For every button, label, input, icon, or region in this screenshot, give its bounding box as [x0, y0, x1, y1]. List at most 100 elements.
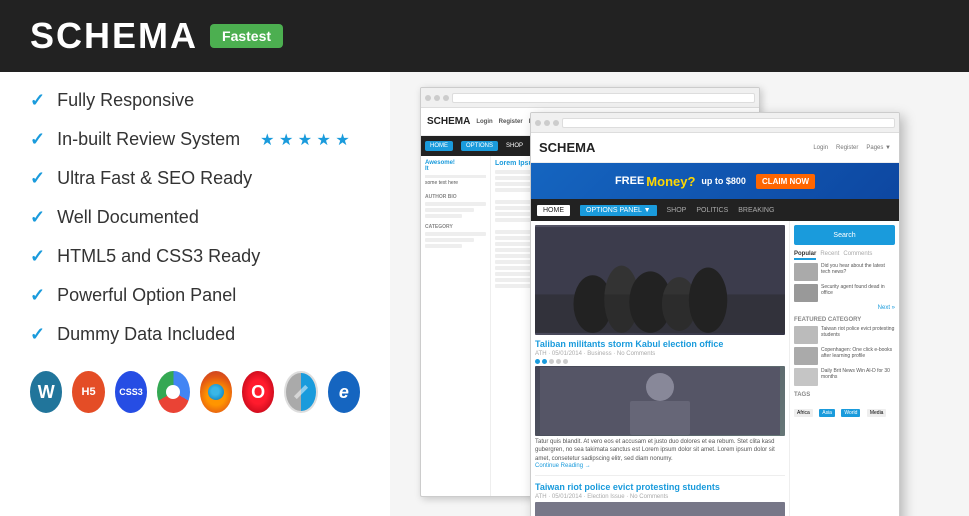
sidebar-category-label: CATEGORY — [425, 224, 486, 230]
popular-item-text: Did you hear about the latest tech news? — [821, 263, 895, 281]
firefox-icon — [200, 371, 232, 413]
front-site-header: SCHEMA Login Register Pages ▼ — [531, 133, 899, 163]
featured-thumb — [794, 347, 818, 365]
hero-image — [535, 225, 785, 335]
back-nav-home: HOME — [425, 141, 453, 151]
back-nav-options: OPTIONS — [461, 141, 498, 151]
next-link: Next » — [794, 305, 895, 311]
hero-photo — [535, 225, 785, 335]
article-image-1 — [535, 366, 785, 436]
front-nav-options: OPTIONS PANEL ▼ — [580, 205, 657, 216]
dot — [563, 359, 568, 364]
sidebar-section-label: AUTHOR BIO — [425, 194, 486, 200]
tab-recent: Recent — [820, 251, 839, 260]
back-nav-item: Login — [476, 119, 492, 125]
article-title-2: Taiwan riot police evict protesting stud… — [535, 482, 785, 492]
back-sidebar: Awesome!It some text here AUTHOR BIO CAT… — [421, 156, 491, 496]
tab-popular: Popular — [794, 251, 816, 260]
check-icon: ✓ — [30, 285, 45, 306]
featured-item-text: Copenhagen: One click e-books after lear… — [821, 347, 895, 365]
back-nav-item: Register — [499, 119, 523, 125]
popular-item-text: Security agent found dead in office — [821, 284, 895, 302]
feature-text: In-built Review System — [57, 129, 240, 150]
opera-icon: O — [242, 371, 274, 413]
tags-section-title: TAGS — [794, 392, 895, 398]
feature-text: Powerful Option Panel — [57, 285, 236, 306]
dot — [549, 359, 554, 364]
feature-item: ✓ Powerful Option Panel — [30, 285, 360, 306]
browser-front: SCHEMA Login Register Pages ▼ FREE Money… — [530, 112, 900, 516]
tech-icons-row: W H5 CSS3 O e — [30, 363, 360, 421]
search-label: Search — [833, 232, 855, 239]
popular-item: Security agent found dead in office — [794, 284, 895, 302]
check-icon: ✓ — [30, 246, 45, 267]
feature-item: ✓ Ultra Fast & SEO Ready — [30, 168, 360, 189]
feature-text: Well Documented — [57, 207, 199, 228]
feature-text: Dummy Data Included — [57, 324, 235, 345]
read-more-1: Continue Reading → — [535, 463, 785, 469]
banner-label: FREE — [615, 175, 644, 187]
front-main-nav: HOME OPTIONS PANEL ▼ SHOP POLITICS BREAK… — [531, 199, 899, 221]
safari-icon — [284, 371, 317, 413]
back-logo: SCHEMA — [427, 116, 470, 127]
featured-thumb — [794, 326, 818, 344]
hero-article: Taiwan riot police evict protesting stud… — [535, 225, 785, 335]
tag: Africa — [794, 409, 813, 417]
popular-thumb — [794, 263, 818, 281]
front-nav-shop: SHOP — [667, 207, 687, 214]
article-excerpt: some text here — [425, 180, 486, 186]
ie-icon: e — [328, 371, 360, 413]
article-text-1: Tatur quis blandit. At vero eos et accus… — [535, 438, 785, 463]
article-link: Awesome!It — [425, 160, 486, 172]
banner-amount: up to $800 — [701, 176, 746, 186]
article-item-2: Taiwan riot police evict protesting stud… — [535, 482, 785, 516]
search-box: Search — [794, 225, 895, 245]
page-header: SCHEMA Fastest — [0, 0, 969, 72]
article-meta-1: ATH · 05/01/2014 · Business · No Comment… — [535, 351, 785, 357]
features-panel: ✓ Fully Responsive ✓ In-built Review Sys… — [0, 72, 390, 516]
featured-item: Copenhagen: One click e-books after lear… — [794, 347, 895, 365]
check-icon: ✓ — [30, 207, 45, 228]
featured-item-text: Taiwan riot police evict protesting stud… — [821, 326, 895, 344]
browser-nav-back — [421, 88, 759, 108]
check-icon: ✓ — [30, 168, 45, 189]
tag: Media — [867, 409, 887, 417]
featured-item: Daily Brit News Win Al-D for 30 months — [794, 368, 895, 386]
front-sidebar-right: Search Popular Recent Comments Did you h… — [789, 221, 899, 516]
check-icon: ✓ — [30, 129, 45, 150]
check-icon: ✓ — [30, 90, 45, 111]
featured-section: FEATURED CATEGORY Taiwan riot police evi… — [794, 317, 895, 386]
tag: Asia — [819, 409, 835, 417]
css3-icon: CSS3 — [115, 371, 147, 413]
front-nav-politics: POLITICS — [696, 207, 728, 214]
popular-item: Did you hear about the latest tech news? — [794, 263, 895, 281]
chrome-icon — [157, 371, 189, 413]
tag: World — [841, 409, 860, 417]
feature-text: HTML5 and CSS3 Ready — [57, 246, 260, 267]
featured-item: Taiwan riot police evict protesting stud… — [794, 326, 895, 344]
free-money-text: Money? — [646, 174, 695, 189]
featured-thumb — [794, 368, 818, 386]
article-meta-2: ATH · 05/01/2014 · Election Issue · No C… — [535, 494, 785, 500]
front-logo: SCHEMA — [539, 140, 595, 155]
feature-item: ✓ HTML5 and CSS3 Ready — [30, 246, 360, 267]
front-top-nav: Login Register Pages ▼ — [813, 145, 891, 151]
article-item-1: Taliban militants storm Kabul election o… — [535, 339, 785, 476]
featured-section-title: FEATURED CATEGORY — [794, 317, 895, 323]
check-icon: ✓ — [30, 324, 45, 345]
front-banner: FREE Money? up to $800 CLAIM NOW — [531, 163, 899, 199]
front-articles-list: Taiwan riot police evict protesting stud… — [531, 221, 789, 516]
feature-text: Ultra Fast & SEO Ready — [57, 168, 252, 189]
main-content: ✓ Fully Responsive ✓ In-built Review Sys… — [0, 72, 969, 516]
browser-nav-front — [531, 113, 899, 133]
feature-item: ✓ Dummy Data Included — [30, 324, 360, 345]
article-photo — [535, 367, 785, 435]
tags-section: TAGS Africa Asia World Media — [794, 392, 895, 419]
article-image-2 — [535, 502, 785, 516]
feature-item: ✓ In-built Review System ★ ★ ★ ★ ★ — [30, 129, 360, 150]
back-nav-shop: SHOP — [506, 143, 523, 149]
dot — [542, 359, 547, 364]
dot — [556, 359, 561, 364]
preview-panel: SCHEMA Login Register Pages ▼ HOME OPTIO… — [390, 72, 969, 516]
top-nav-item: Register — [836, 145, 858, 151]
